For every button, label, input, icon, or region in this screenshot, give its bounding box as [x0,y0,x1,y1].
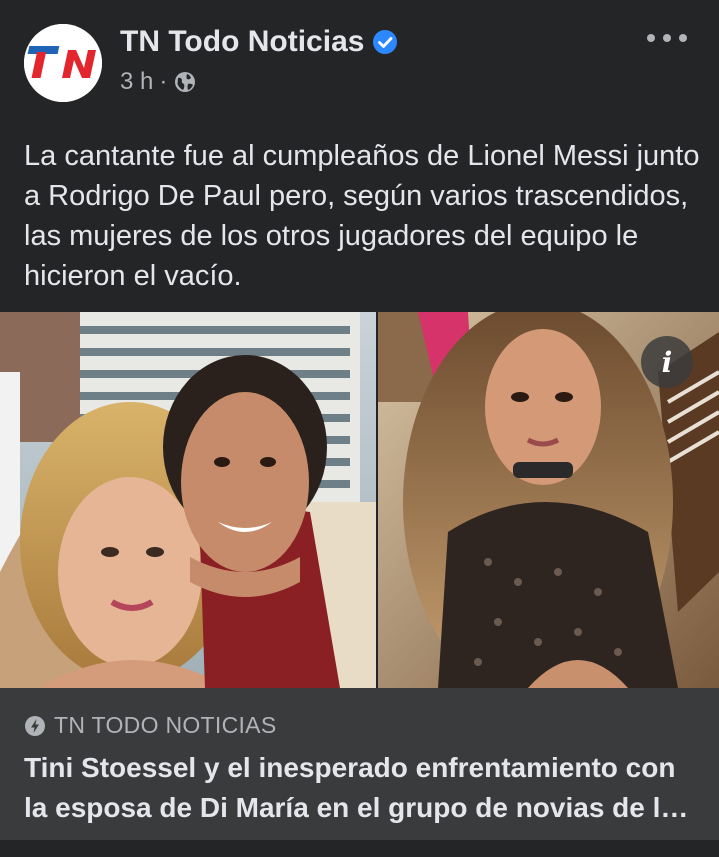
link-preview-card[interactable]: TN TODO NOTICIAS Tini Stoessel y el ines… [0,688,719,840]
post-text: La cantante fue al cumpleaños de Lionel … [24,140,700,292]
more-dot [647,34,655,42]
page-name[interactable]: TN Todo Noticias [120,24,364,60]
photo-couple-image [0,312,376,688]
tn-logo [24,24,102,102]
post-meta: 3 h · [120,68,197,96]
page-name-row: TN Todo Noticias [120,24,398,60]
link-title-line-2: la esposa de Di María en el grupo de nov… [24,792,689,823]
meta-separator: · [159,68,168,95]
verified-badge-icon [373,30,398,54]
link-title[interactable]: Tini Stoessel y el inesperado enfrentami… [24,748,704,828]
photo-couple[interactable] [0,312,376,688]
page-avatar[interactable] [24,24,102,102]
more-dot [663,34,671,42]
post-timestamp[interactable]: 3 h [120,68,153,96]
info-icon[interactable]: i [641,336,693,388]
globe-icon[interactable] [173,70,197,94]
link-title-line-1: Tini Stoessel y el inesperado enfrentami… [24,752,676,783]
instant-article-bolt-icon [25,715,45,736]
post-images[interactable] [0,312,719,688]
link-domain: TN TODO NOTICIAS [54,712,277,738]
more-options-icon[interactable] [647,26,687,50]
more-dot [679,34,687,42]
post-header: TN Todo Noticias 3 h · [0,0,719,110]
link-domain-row: TN TODO NOTICIAS [24,712,276,739]
